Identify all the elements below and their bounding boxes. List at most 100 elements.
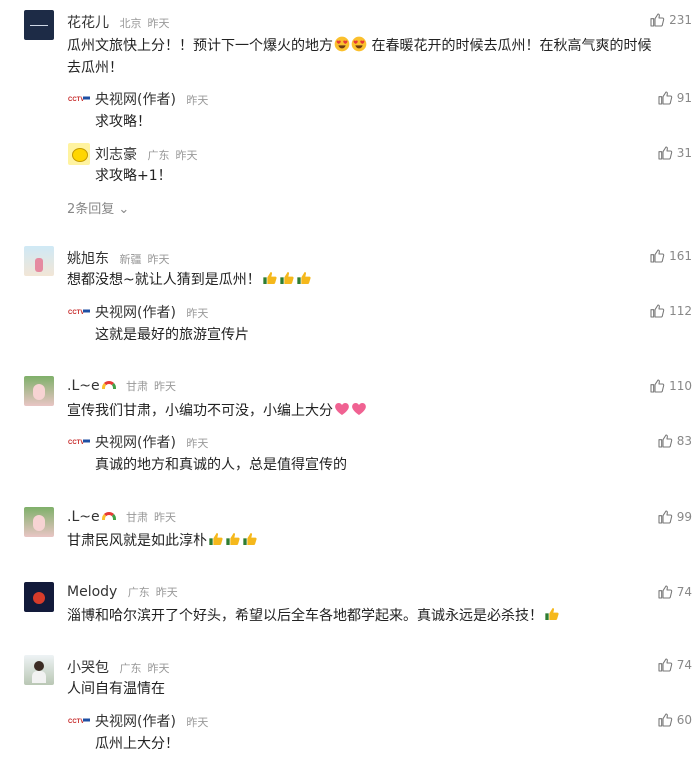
- comment-text: 甘肃民风就是如此淳朴: [67, 530, 687, 552]
- thumbs-up-icon: [649, 12, 665, 28]
- like-count: 31: [676, 146, 692, 160]
- thumbs-up-emoji-icon: [296, 270, 312, 286]
- like-button[interactable]: 74: [657, 657, 692, 673]
- comment-text: 淄博和哈尔滨开了个好头，希望以后全车各地都学起来。真诚永远是必杀技！: [67, 605, 687, 627]
- reply-text: 瓜州上大分！: [95, 736, 179, 752]
- reply-author: 刘志豪 广东 昨天: [95, 144, 197, 164]
- author-name[interactable]: 姚旭东: [67, 251, 109, 267]
- avatar[interactable]: [24, 582, 54, 612]
- time-label: 昨天: [186, 307, 209, 320]
- like-button[interactable]: 91: [657, 90, 692, 106]
- reply-text: 真诚的地方和真诚的人，总是值得宣传的: [95, 457, 347, 473]
- thumbs-up-icon: [649, 248, 665, 264]
- thumbs-up-icon: [657, 145, 673, 161]
- like-button[interactable]: 83: [657, 433, 692, 449]
- comment-text: 瓜州文旅快上分！！预计下一个爆火的地方 在春暖花开的时候去瓜州！在秋高气爽的时候…: [67, 36, 652, 76]
- time-label: 昨天: [147, 253, 170, 266]
- avatar[interactable]: [68, 143, 90, 165]
- like-count: 99: [676, 510, 692, 524]
- thumbs-up-icon: [649, 378, 665, 394]
- heart-emoji-icon: [334, 401, 350, 417]
- author-name[interactable]: 刘志豪: [95, 147, 137, 163]
- like-count: 231: [669, 13, 692, 27]
- comment-text: 人间自有温情在: [67, 681, 165, 697]
- location-label: 广东: [119, 662, 142, 675]
- comment-author: 小哭包 广东 昨天: [67, 657, 169, 677]
- like-button[interactable]: 231: [649, 12, 692, 28]
- comment-author: .L~e 甘肃 昨天: [67, 378, 176, 394]
- comment-text: 想都没想~就让人猜到是瓜州！: [67, 269, 687, 291]
- thumbs-up-icon: [657, 657, 673, 673]
- time-label: 昨天: [154, 511, 177, 524]
- location-label: 甘肃: [126, 380, 149, 393]
- thumbs-up-icon: [657, 90, 673, 106]
- author-name[interactable]: 小哭包: [67, 660, 109, 676]
- cctv-logo-icon: [68, 303, 90, 319]
- author-name[interactable]: 花花儿: [67, 15, 109, 31]
- author-name[interactable]: 央视网(作者): [95, 435, 176, 451]
- reply-text: 求攻略+1！: [95, 168, 172, 184]
- heart-eyes-emoji-icon: [334, 36, 350, 52]
- avatar[interactable]: [24, 10, 54, 40]
- thumbs-up-icon: [657, 584, 673, 600]
- author-name[interactable]: 央视网(作者): [95, 92, 176, 108]
- reply-author: 央视网(作者) 昨天: [95, 432, 208, 452]
- reply-author: 央视网(作者) 昨天: [95, 89, 208, 109]
- more-replies-button[interactable]: 2条回复 ⌄: [67, 198, 129, 217]
- like-button[interactable]: 112: [649, 303, 692, 319]
- thumbs-up-icon: [657, 433, 673, 449]
- like-button[interactable]: 110: [649, 378, 692, 394]
- author-name[interactable]: .L~e: [67, 509, 100, 525]
- location-label: 甘肃: [126, 511, 149, 524]
- comment-author: 姚旭东 新疆 昨天: [67, 248, 169, 268]
- like-count: 60: [676, 713, 692, 727]
- like-count: 74: [676, 658, 692, 672]
- like-count: 83: [676, 434, 692, 448]
- reply-text: 这就是最好的旅游宣传片: [95, 327, 249, 343]
- thumbs-up-emoji-icon: [242, 531, 258, 547]
- reply-author: 央视网(作者) 昨天: [95, 302, 208, 322]
- like-button[interactable]: 99: [657, 509, 692, 525]
- location-label: 广东: [147, 149, 170, 162]
- avatar[interactable]: [24, 376, 54, 406]
- time-label: 昨天: [147, 17, 170, 30]
- time-label: 昨天: [154, 380, 177, 393]
- comment-author: Melody 广东 昨天: [67, 584, 178, 600]
- location-label: 广东: [127, 586, 150, 599]
- thumbs-up-emoji-icon: [262, 270, 278, 286]
- like-button[interactable]: 31: [657, 145, 692, 161]
- like-count: 74: [676, 585, 692, 599]
- like-button[interactable]: 60: [657, 712, 692, 728]
- thumbs-up-emoji-icon: [208, 531, 224, 547]
- comment-author: 花花儿 北京 昨天: [67, 12, 169, 32]
- cctv-logo-icon: [68, 90, 90, 106]
- time-label: 昨天: [155, 586, 178, 599]
- comment-text: 宣传我们甘肃，小编功不可没，小编上大分: [67, 400, 687, 422]
- avatar[interactable]: [24, 655, 54, 685]
- thumbs-up-emoji-icon: [225, 531, 241, 547]
- time-label: 昨天: [186, 94, 209, 107]
- like-count: 161: [669, 249, 692, 263]
- like-button[interactable]: 161: [649, 248, 692, 264]
- location-label: 新疆: [119, 253, 142, 266]
- reply-text: 求攻略！: [95, 114, 151, 130]
- like-count: 112: [669, 304, 692, 318]
- cctv-logo-icon: [68, 712, 90, 728]
- avatar[interactable]: [24, 507, 54, 537]
- author-name[interactable]: .L~e: [67, 378, 100, 394]
- avatar[interactable]: [24, 246, 54, 276]
- like-count: 91: [676, 91, 692, 105]
- thumbs-up-emoji-icon: [544, 606, 560, 622]
- author-name[interactable]: Melody: [67, 584, 117, 600]
- cctv-logo-icon: [68, 433, 90, 449]
- author-name[interactable]: 央视网(作者): [95, 714, 176, 730]
- comment-author: .L~e 甘肃 昨天: [67, 509, 176, 525]
- chevron-down-icon: ⌄: [118, 202, 130, 217]
- author-name[interactable]: 央视网(作者): [95, 305, 176, 321]
- time-label: 昨天: [186, 716, 209, 729]
- time-label: 昨天: [175, 149, 198, 162]
- thumbs-up-icon: [657, 509, 673, 525]
- thumbs-up-emoji-icon: [279, 270, 295, 286]
- time-label: 昨天: [186, 437, 209, 450]
- like-button[interactable]: 74: [657, 584, 692, 600]
